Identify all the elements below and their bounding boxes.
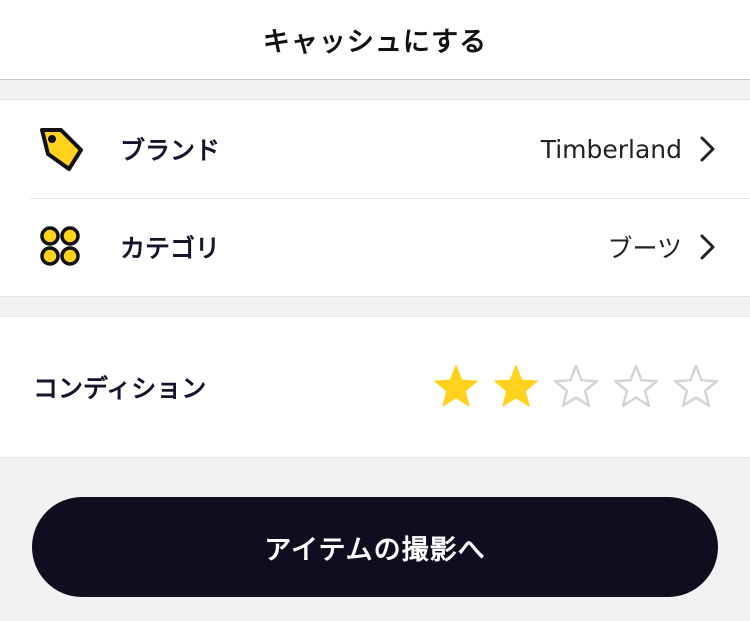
star-empty-icon[interactable] bbox=[552, 363, 600, 411]
take-photo-button[interactable]: アイテムの撮影へ bbox=[32, 497, 718, 597]
category-label: カテゴリ bbox=[120, 234, 221, 263]
grid-dots-icon bbox=[32, 219, 88, 275]
chevron-right-icon bbox=[688, 227, 728, 267]
page-title: キャッシュにする bbox=[262, 27, 488, 58]
header: キャッシュにする bbox=[0, 0, 750, 80]
condition-label: コンディション bbox=[33, 374, 207, 403]
condition-section: コンディション bbox=[0, 316, 750, 458]
brand-value: Timberland bbox=[540, 134, 682, 164]
chevron-right-icon bbox=[688, 129, 728, 169]
take-photo-button-label: アイテムの撮影へ bbox=[264, 534, 486, 566]
tag-icon bbox=[32, 121, 88, 177]
brand-row[interactable]: ブランド Timberland bbox=[0, 100, 750, 198]
star-filled-icon[interactable] bbox=[432, 363, 480, 411]
category-value: ブーツ bbox=[607, 234, 682, 263]
star-rating[interactable] bbox=[432, 363, 720, 411]
item-details-section: ブランド Timberland カテゴリ ブーツ bbox=[0, 99, 750, 297]
brand-label: ブランド bbox=[120, 136, 221, 165]
star-filled-icon[interactable] bbox=[492, 363, 540, 411]
star-empty-icon[interactable] bbox=[612, 363, 660, 411]
cta-wrapper: アイテムの撮影へ bbox=[0, 497, 750, 597]
condition-row: コンディション bbox=[0, 317, 750, 457]
star-empty-icon[interactable] bbox=[672, 363, 720, 411]
category-row[interactable]: カテゴリ ブーツ bbox=[0, 198, 750, 296]
